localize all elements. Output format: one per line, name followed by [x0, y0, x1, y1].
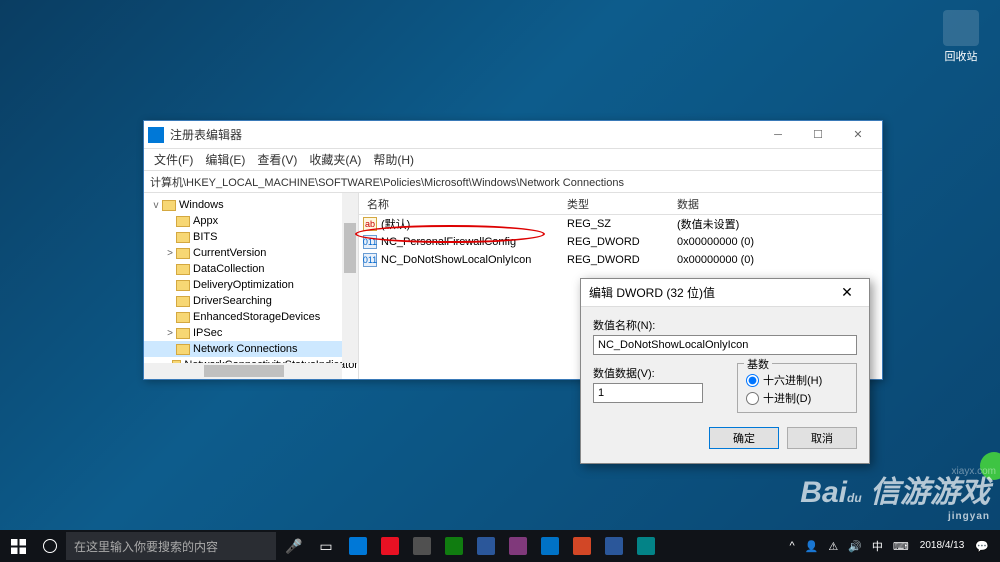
value-name-label: 数值名称(N):	[593, 317, 857, 333]
value-header[interactable]: 名称 类型 数据	[359, 193, 882, 215]
tray-keyboard-icon[interactable]: ⌨	[888, 540, 914, 553]
maximize-button[interactable]: ☐	[798, 121, 838, 149]
menu-item[interactable]: 编辑(E)	[199, 149, 251, 170]
system-tray: ^ 👤 ⚠ 🔊 中 ⌨ 2018/4/13 💬	[784, 538, 1000, 554]
registry-value-row[interactable]: ab(默认)REG_SZ(数值未设置)	[359, 215, 882, 233]
dword-edit-dialog: 编辑 DWORD (32 位)值 ✕ 数值名称(N): 数值数据(V): 基数 …	[580, 278, 870, 464]
dialog-close-button[interactable]: ✕	[833, 284, 861, 301]
taskbar-app-icon[interactable]	[566, 530, 598, 562]
tray-volume-icon[interactable]: 🔊	[843, 540, 867, 553]
folder-icon	[176, 344, 190, 355]
value-data-input[interactable]	[593, 383, 703, 403]
folder-icon	[176, 216, 190, 227]
taskbar-app-icon[interactable]	[534, 530, 566, 562]
titlebar[interactable]: 注册表编辑器 ─ ☐ ✕	[144, 121, 882, 149]
tray-ime-icon[interactable]: 中	[867, 538, 888, 554]
tree-item[interactable]: >CurrentVersion	[144, 245, 358, 261]
vertical-scrollbar[interactable]	[342, 193, 358, 363]
radio-hex[interactable]: 十六进制(H)	[746, 372, 848, 388]
start-button[interactable]	[0, 530, 36, 562]
recycle-bin[interactable]: 回收站	[936, 10, 986, 64]
tree-item[interactable]: >IPSec	[144, 325, 358, 341]
dword-icon: 011	[363, 253, 377, 267]
recycle-bin-label: 回收站	[936, 48, 986, 64]
tray-chevron-icon[interactable]: ^	[784, 540, 799, 552]
radio-dec[interactable]: 十进制(D)	[746, 390, 848, 406]
menubar: 文件(F)编辑(E)查看(V)收藏夹(A)帮助(H)	[144, 149, 882, 171]
folder-icon	[162, 200, 176, 211]
folder-icon	[176, 296, 190, 307]
taskbar-app-icon[interactable]	[342, 530, 374, 562]
cortana-icon[interactable]	[36, 539, 64, 553]
menu-item[interactable]: 收藏夹(A)	[303, 149, 367, 170]
folder-icon	[176, 232, 190, 243]
task-view-icon[interactable]: ▭	[310, 530, 342, 562]
value-name-input[interactable]	[593, 335, 857, 355]
tray-network-icon[interactable]: ⚠	[823, 540, 843, 553]
taskbar-app-icon[interactable]	[374, 530, 406, 562]
tree-item[interactable]: DataCollection	[144, 261, 358, 277]
taskbar-app-icon[interactable]	[630, 530, 662, 562]
menu-item[interactable]: 帮助(H)	[367, 149, 420, 170]
folder-icon	[176, 264, 190, 275]
search-placeholder: 在这里输入你要搜索的内容	[74, 538, 218, 555]
tree-item[interactable]: vWindows	[144, 197, 358, 213]
column-type[interactable]: 类型	[559, 196, 669, 212]
menu-item[interactable]: 查看(V)	[251, 149, 303, 170]
window-title: 注册表编辑器	[170, 126, 758, 143]
dialog-titlebar[interactable]: 编辑 DWORD (32 位)值 ✕	[581, 279, 869, 307]
search-box[interactable]: 在这里输入你要搜索的内容	[66, 532, 276, 560]
cancel-button[interactable]: 取消	[787, 427, 857, 449]
watermark-url: xiayx.com	[952, 466, 996, 477]
value-data-label: 数值数据(V):	[593, 365, 725, 381]
tree-item[interactable]: EnhancedStorageDevices	[144, 309, 358, 325]
address-bar[interactable]: 计算机\HKEY_LOCAL_MACHINE\SOFTWARE\Policies…	[144, 171, 882, 193]
taskbar-app-icon[interactable]	[502, 530, 534, 562]
minimize-button[interactable]: ─	[758, 121, 798, 149]
registry-value-row[interactable]: 011NC_DoNotShowLocalOnlyIconREG_DWORD0x0…	[359, 251, 882, 269]
folder-icon	[176, 328, 190, 339]
menu-item[interactable]: 文件(F)	[148, 149, 199, 170]
tree-item[interactable]: BITS	[144, 229, 358, 245]
taskbar-app-icon[interactable]	[470, 530, 502, 562]
dword-icon: 011	[363, 235, 377, 249]
dialog-title: 编辑 DWORD (32 位)值	[589, 284, 833, 301]
horizontal-scrollbar[interactable]	[144, 363, 342, 379]
column-data[interactable]: 数据	[669, 196, 882, 212]
action-center-icon[interactable]: 💬	[970, 540, 994, 553]
column-name[interactable]: 名称	[359, 196, 559, 212]
taskbar-app-icon[interactable]	[406, 530, 438, 562]
base-legend: 基数	[744, 356, 772, 372]
base-group: 基数 十六进制(H) 十进制(D)	[737, 363, 857, 413]
tree-item[interactable]: DriverSearching	[144, 293, 358, 309]
folder-icon	[176, 248, 190, 259]
ok-button[interactable]: 确定	[709, 427, 779, 449]
taskbar-app-icon[interactable]	[598, 530, 630, 562]
regedit-icon	[148, 127, 164, 143]
taskbar-clock[interactable]: 2018/4/13	[914, 540, 971, 552]
taskbar-app-icon[interactable]	[438, 530, 470, 562]
folder-icon	[176, 312, 190, 323]
tray-people-icon[interactable]: 👤	[800, 540, 824, 553]
close-button[interactable]: ✕	[838, 121, 878, 149]
tree-item[interactable]: DeliveryOptimization	[144, 277, 358, 293]
mic-icon[interactable]: 🎤	[278, 530, 310, 562]
tree-pane[interactable]: vWindowsAppxBITS>CurrentVersionDataColle…	[144, 193, 359, 379]
tree-item[interactable]: Appx	[144, 213, 358, 229]
folder-icon	[176, 280, 190, 291]
string-icon: ab	[363, 217, 377, 231]
taskbar: 在这里输入你要搜索的内容 🎤 ▭ ^ 👤 ⚠ 🔊 中 ⌨ 2018/4/13 💬	[0, 530, 1000, 562]
tree-item[interactable]: Network Connections	[144, 341, 358, 357]
recycle-bin-icon	[943, 10, 979, 46]
registry-value-row[interactable]: 011NC_PersonalFirewallConfigREG_DWORD0x0…	[359, 233, 882, 251]
